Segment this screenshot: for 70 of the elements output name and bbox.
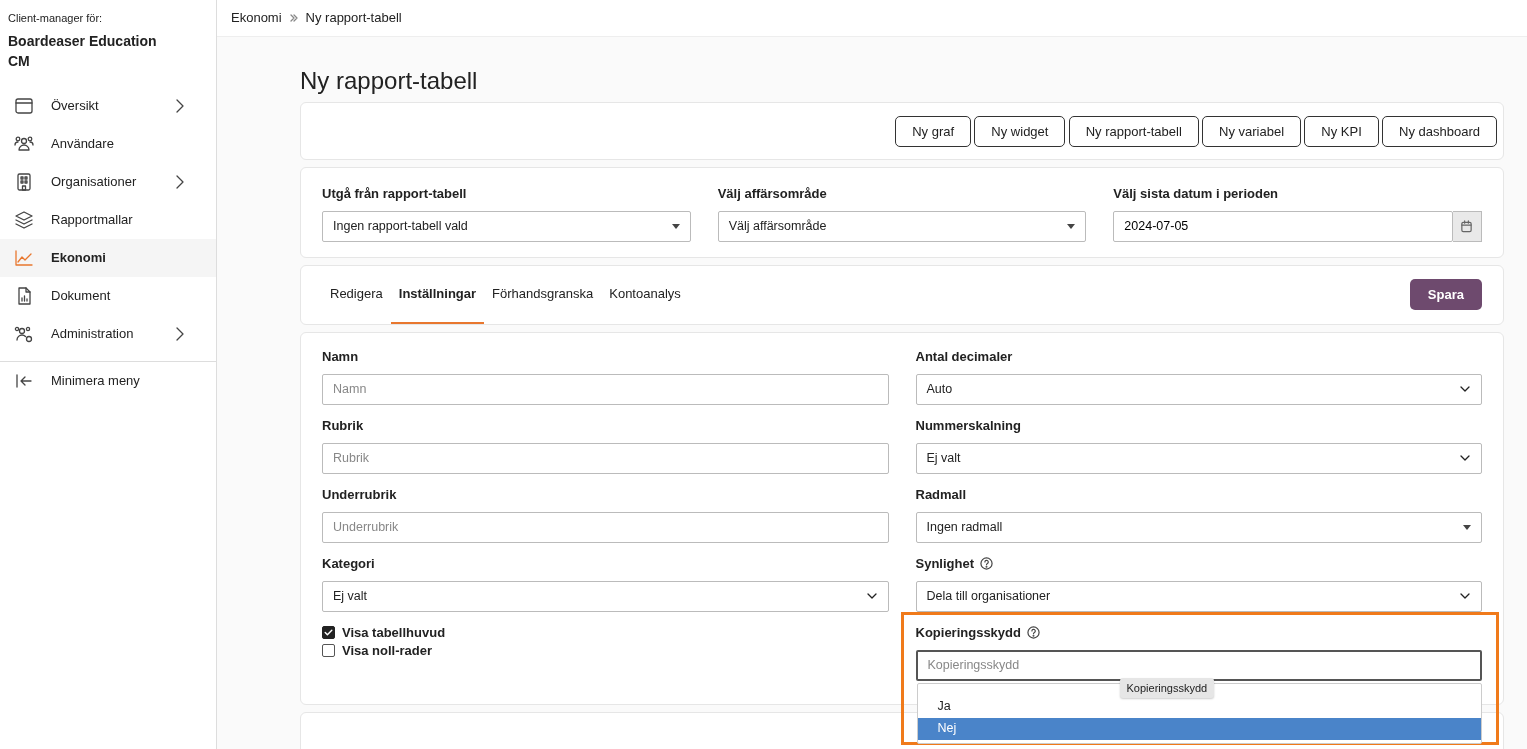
- checkbox[interactable]: Visa tabellhuvud: [322, 623, 889, 642]
- toolbar-button[interactable]: Ny variabel: [1202, 115, 1302, 147]
- toolbar-button[interactable]: Ny rapport-tabell: [1068, 115, 1199, 147]
- caret-icon: [1463, 524, 1471, 530]
- text-field[interactable]: Namn: [322, 373, 889, 405]
- date-field[interactable]: 2024-07-05: [1113, 210, 1453, 242]
- tab[interactable]: Inställningar: [390, 265, 485, 324]
- field-label: Kopieringsskydd: [915, 623, 1021, 642]
- help-icon: [1026, 626, 1040, 640]
- sidebar-item[interactable]: Organisationer: [0, 163, 216, 202]
- toolbar-button[interactable]: Ny dashboard: [1382, 115, 1497, 147]
- caret-icon: [1067, 223, 1076, 229]
- dropdown-option[interactable]: Nej: [917, 717, 1481, 740]
- chevron-down-icon: [1459, 592, 1471, 601]
- select-field[interactable]: Dela till organisationer: [915, 580, 1482, 612]
- field-label: Radmall: [915, 485, 967, 504]
- calendar-button[interactable]: [1452, 210, 1482, 242]
- field-label: Välj affärsområde: [717, 184, 828, 203]
- field-label: Utgå från rapport-tabell: [322, 184, 468, 203]
- sidebar-item[interactable]: Användare: [0, 125, 216, 164]
- tab[interactable]: Förhandsgranska: [484, 265, 602, 324]
- checkbox[interactable]: Visa noll-rader: [322, 641, 889, 660]
- select-field[interactable]: Ej valt: [915, 442, 1482, 474]
- breadcrumb-link[interactable]: Ekonomi: [231, 8, 282, 28]
- field-label: Synlighet: [915, 554, 974, 573]
- sidebar-caption: Client-manager för:: [7, 11, 104, 26]
- select-field[interactable]: Ingen rapport-tabell vald: [322, 210, 691, 242]
- breadcrumb-current: Ny rapport-tabell: [305, 9, 402, 28]
- save-button[interactable]: Spara: [1409, 279, 1482, 311]
- tab[interactable]: Redigera: [322, 265, 391, 324]
- field-label: Antal decimaler: [915, 347, 1013, 366]
- sidebar-item[interactable]: Ekonomi: [0, 239, 216, 278]
- select-field[interactable]: Välj affärsområde: [717, 210, 1087, 242]
- collapse-menu-link[interactable]: Minimera meny: [0, 362, 216, 401]
- toolbar-button[interactable]: Ny widget: [974, 115, 1066, 147]
- field-label: Namn: [322, 347, 359, 366]
- chevron-down-icon: [865, 592, 878, 601]
- organization-name: Boardeaser Education CM: [7, 31, 158, 71]
- building-icon: [14, 172, 34, 193]
- field-label: Rubrik: [322, 416, 364, 435]
- field-label: Underrubrik: [322, 485, 397, 504]
- chevron-down-icon: [1459, 385, 1471, 394]
- chevron-right-icon: [174, 99, 186, 114]
- select-field[interactable]: Auto: [915, 373, 1482, 405]
- sidebar-item[interactable]: Rapportmallar: [0, 201, 216, 240]
- select-field[interactable]: Ingen radmall: [915, 511, 1482, 543]
- sidebar-item[interactable]: Dokument: [0, 277, 216, 316]
- combo-field[interactable]: Kopieringsskydd: [915, 649, 1482, 681]
- sidebar-item[interactable]: Administration: [0, 315, 216, 354]
- toolbar-button[interactable]: Ny KPI: [1304, 115, 1379, 147]
- text-field[interactable]: Underrubrik: [322, 511, 889, 543]
- sidebar-item[interactable]: Översikt: [0, 87, 216, 126]
- select-field[interactable]: Ej valt: [322, 580, 889, 612]
- tab[interactable]: Kontoanalys: [601, 265, 689, 324]
- caret-icon: [671, 223, 680, 229]
- field-label: Kategori: [322, 554, 375, 573]
- chevron-down-icon: [1459, 454, 1471, 463]
- text-field[interactable]: Rubrik: [322, 442, 889, 474]
- calendar-icon: [1460, 219, 1474, 233]
- toolbar-button[interactable]: Ny graf: [895, 115, 972, 147]
- line-chart-icon: [14, 248, 34, 269]
- field-label: Välj sista datum i perioden: [1113, 184, 1280, 203]
- window-icon: [14, 96, 34, 117]
- chevron-right-icon: [174, 327, 186, 342]
- chevron-right-icon: [174, 175, 186, 190]
- field-label: Nummerskalning: [915, 416, 1021, 435]
- help-icon: [980, 557, 993, 571]
- page-title: Ny rapport-tabell: [300, 67, 479, 96]
- double-chevron-icon: [289, 14, 298, 22]
- layers-icon: [14, 210, 34, 231]
